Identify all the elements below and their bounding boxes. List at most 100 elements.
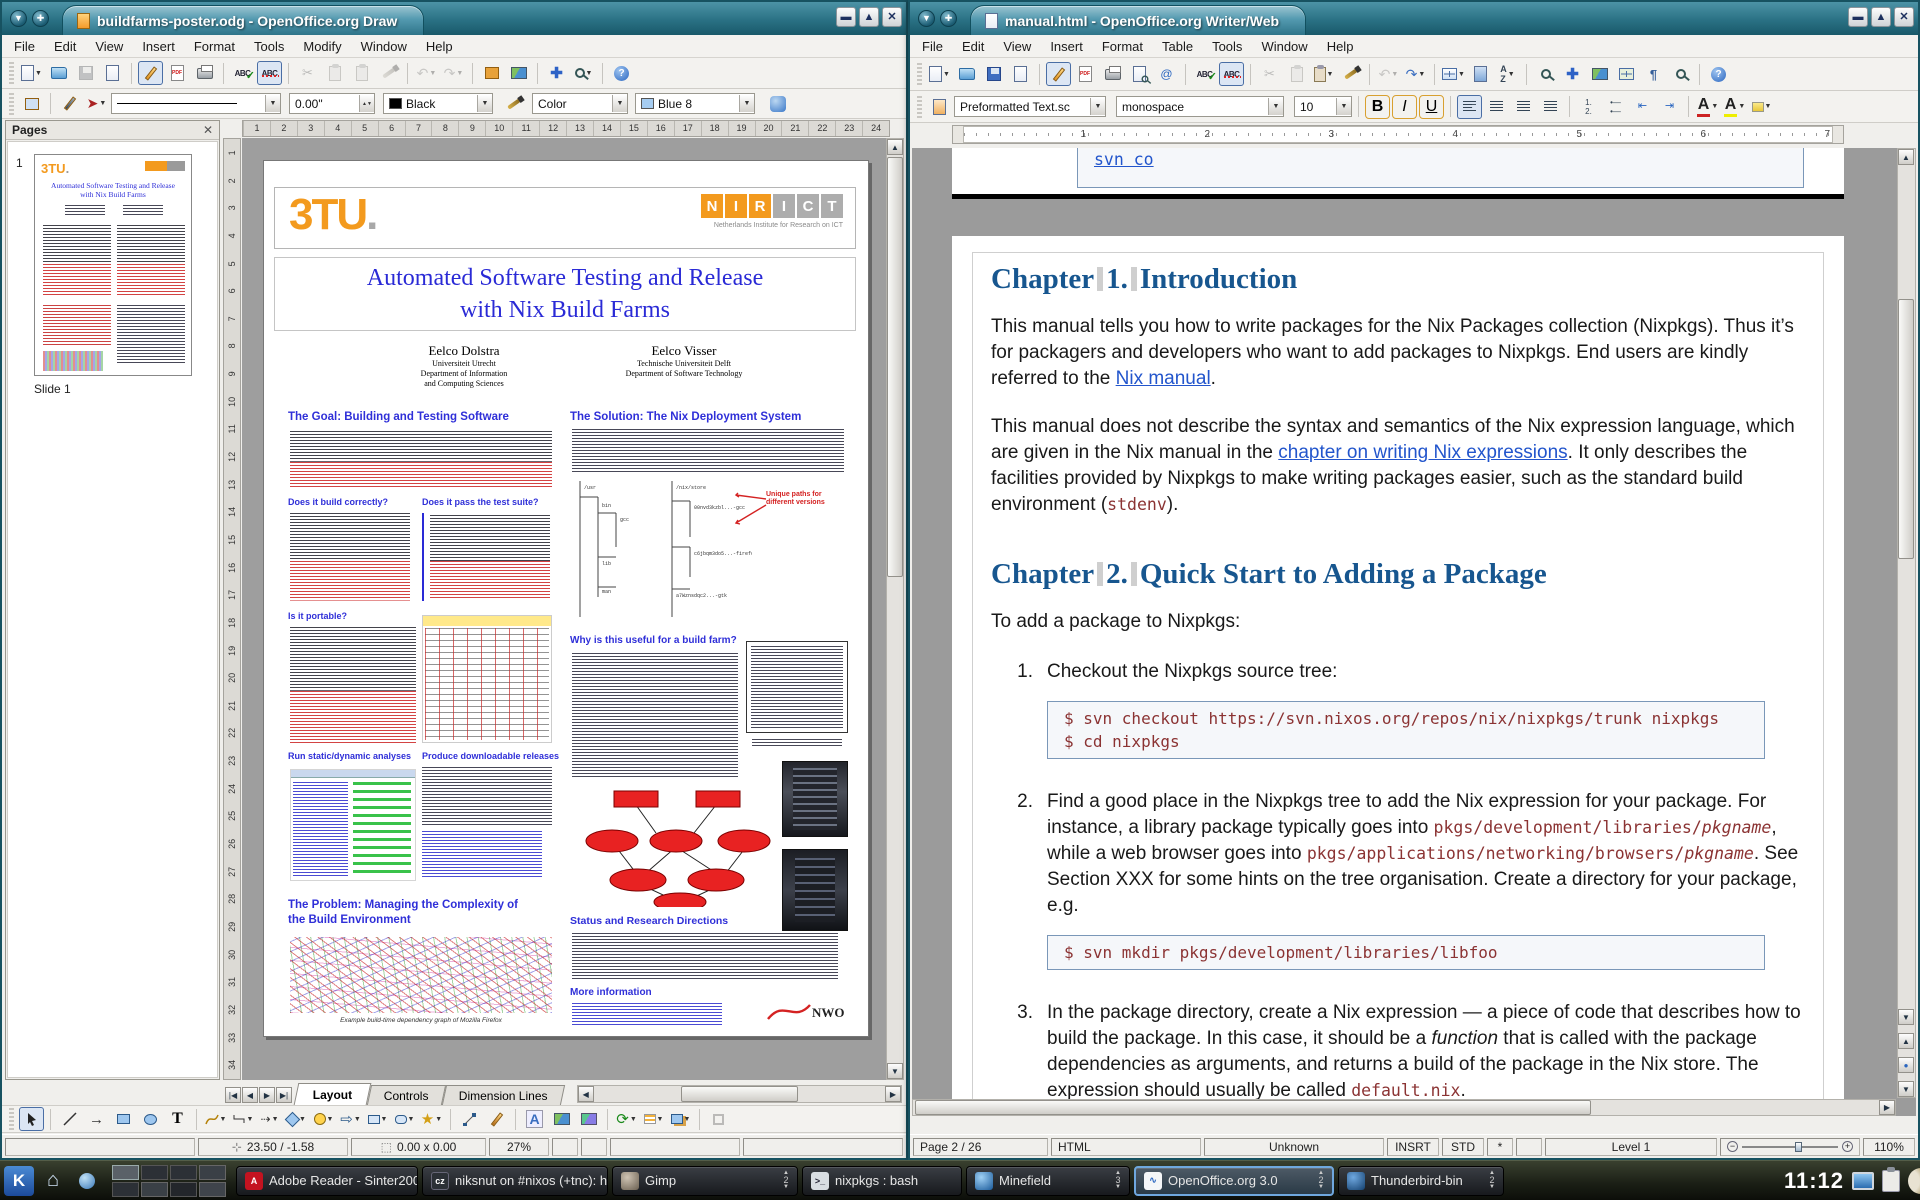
page-number-field[interactable]: Page 2 / 26: [913, 1138, 1048, 1156]
lines-arrows-tool[interactable]: ⇢▼: [257, 1107, 282, 1131]
clock[interactable]: 11:12: [1784, 1168, 1844, 1194]
copy-button[interactable]: [1284, 62, 1309, 86]
zoom-slider[interactable]: − +: [1720, 1138, 1860, 1156]
paste-button[interactable]: [349, 61, 374, 85]
draw-horizontal-scrollbar[interactable]: ◀ ▶: [577, 1085, 902, 1103]
zoom-button[interactable]: ▼: [571, 61, 596, 85]
web-source-button[interactable]: @: [1154, 62, 1179, 86]
zoom-out-icon[interactable]: −: [1727, 1141, 1738, 1152]
scroll-left-button[interactable]: ◀: [578, 1086, 594, 1102]
format-paintbrush-button[interactable]: [376, 61, 401, 85]
draw-titlebar[interactable]: ▼ ✚ buildfarms-poster.odg - OpenOffice.o…: [2, 2, 906, 35]
curve-tool[interactable]: ▼: [203, 1107, 228, 1131]
menu-modify[interactable]: Modify: [303, 39, 341, 54]
horizontal-ruler[interactable]: 123456789101112131415161718192021222324: [242, 120, 890, 137]
rectangle-tool[interactable]: [111, 1107, 136, 1131]
navigator-button[interactable]: ✚: [1560, 62, 1585, 86]
edit-points-icon[interactable]: [19, 92, 44, 116]
justify-button[interactable]: [1538, 95, 1563, 119]
format-paintbrush-button[interactable]: [1338, 62, 1363, 86]
first-page-button[interactable]: |◀: [225, 1087, 241, 1103]
tray-overflow-icon[interactable]: [1908, 1168, 1920, 1194]
desktop-5[interactable]: [112, 1182, 139, 1197]
find-replace-button[interactable]: [1533, 62, 1558, 86]
writer-titlebar[interactable]: ▼ ✚ manual.html - OpenOffice.org Writer/…: [910, 2, 1918, 35]
document-as-email-button[interactable]: [100, 61, 125, 85]
alignment-tool[interactable]: ▼: [641, 1107, 666, 1131]
basic-shapes-tool[interactable]: ▼: [284, 1107, 309, 1131]
menu-tools[interactable]: Tools: [1212, 39, 1242, 54]
menu-view[interactable]: View: [95, 39, 123, 54]
arrow-style-icon[interactable]: ➤▼: [84, 92, 109, 116]
edit-points-tool[interactable]: [457, 1107, 482, 1131]
font-color-button[interactable]: A▼: [1695, 95, 1720, 119]
desktop-8[interactable]: [199, 1182, 226, 1197]
redo-button[interactable]: ↷▼: [441, 61, 466, 85]
writer-ruler[interactable]: 1234567: [952, 125, 1844, 144]
menu-help[interactable]: Help: [1327, 39, 1354, 54]
block-arrows-tool[interactable]: ⇨▼: [338, 1107, 363, 1131]
insert-hyperlink-button[interactable]: [1468, 62, 1493, 86]
close-button[interactable]: ✕: [1894, 7, 1914, 27]
ellipse-tool[interactable]: [138, 1107, 163, 1131]
line-color-select[interactable]: Black ▼: [383, 93, 493, 114]
last-page-button[interactable]: ▶|: [276, 1087, 292, 1103]
desktop-1[interactable]: [112, 1165, 139, 1180]
export-pdf-button[interactable]: [165, 61, 190, 85]
draw-canvas[interactable]: 3TU. N I R I C T Netherlands Institute f…: [242, 138, 890, 1080]
text-tool[interactable]: T: [165, 1107, 190, 1131]
open-button[interactable]: [46, 61, 71, 85]
task-adobe-reader[interactable]: A Adobe Reader - Sinter2009: [236, 1166, 418, 1196]
edit-file-button[interactable]: [138, 61, 163, 85]
redo-button[interactable]: ↷▼: [1403, 62, 1428, 86]
gallery-button[interactable]: [506, 61, 531, 85]
task-openoffice[interactable]: ∿ OpenOffice.org 3.0 ▲2▼: [1134, 1166, 1334, 1196]
task-minefield[interactable]: Minefield ▲3▼: [966, 1166, 1130, 1196]
help-button[interactable]: ?: [1706, 62, 1731, 86]
menu-file[interactable]: File: [14, 39, 35, 54]
fill-style-icon[interactable]: [501, 92, 526, 116]
page-style-field[interactable]: HTML: [1051, 1138, 1201, 1156]
connector-tool[interactable]: ▼: [230, 1107, 255, 1131]
zoom-level-field[interactable]: 27%: [489, 1138, 549, 1156]
navigator-button[interactable]: ✚: [544, 61, 569, 85]
font-name-select[interactable]: monospace ▼: [1116, 96, 1284, 117]
align-left-button[interactable]: [1457, 95, 1482, 119]
menu-help[interactable]: Help: [426, 39, 453, 54]
save-button[interactable]: [981, 62, 1006, 86]
stars-tool[interactable]: ★▼: [419, 1107, 444, 1131]
gluepoints-tool[interactable]: [484, 1107, 509, 1131]
fontwork-tool[interactable]: A: [522, 1107, 547, 1131]
menu-insert[interactable]: Insert: [142, 39, 175, 54]
menu-format[interactable]: Format: [1102, 39, 1143, 54]
poster-page[interactable]: 3TU. N I R I C T Netherlands Institute f…: [263, 160, 869, 1037]
new-document-button[interactable]: ▼: [19, 61, 44, 85]
underline-button[interactable]: U: [1419, 95, 1444, 119]
italic-button[interactable]: I: [1392, 95, 1417, 119]
draw-hscroll-thumb[interactable]: [681, 1086, 798, 1102]
desktop-4[interactable]: [199, 1165, 226, 1180]
zoom-slider-track[interactable]: [1742, 1146, 1838, 1148]
klipper-tray-icon[interactable]: [1882, 1170, 1900, 1192]
rotate-tool[interactable]: ⟳▼: [614, 1107, 639, 1131]
align-right-button[interactable]: [1511, 95, 1536, 119]
from-file-tool[interactable]: [549, 1107, 574, 1131]
minimize-button[interactable]: ▬: [1848, 7, 1868, 27]
menu-window[interactable]: Window: [361, 39, 407, 54]
page2[interactable]: Chapter1.Introduction This manual tells …: [952, 236, 1844, 1116]
menu-edit[interactable]: Edit: [962, 39, 984, 54]
home-button[interactable]: ⌂: [38, 1166, 68, 1196]
cut-button[interactable]: ✂: [1257, 62, 1282, 86]
tab-dimension-lines[interactable]: Dimension Lines: [442, 1085, 565, 1105]
menu-table[interactable]: Table: [1162, 39, 1193, 54]
print-button[interactable]: [192, 61, 217, 85]
task-gimp[interactable]: Gimp ▲2▼: [612, 1166, 798, 1196]
line-icon[interactable]: [57, 92, 82, 116]
desktop-6[interactable]: [141, 1182, 168, 1197]
cut-button[interactable]: ✂: [295, 61, 320, 85]
autospellcheck-button[interactable]: ABC: [1219, 62, 1244, 86]
increase-indent-button[interactable]: ⇥: [1657, 95, 1682, 119]
styles-button[interactable]: [927, 95, 952, 119]
prev-page-link[interactable]: svn co: [1094, 150, 1154, 169]
previous-page-nav-button[interactable]: ▲: [1898, 1033, 1914, 1049]
